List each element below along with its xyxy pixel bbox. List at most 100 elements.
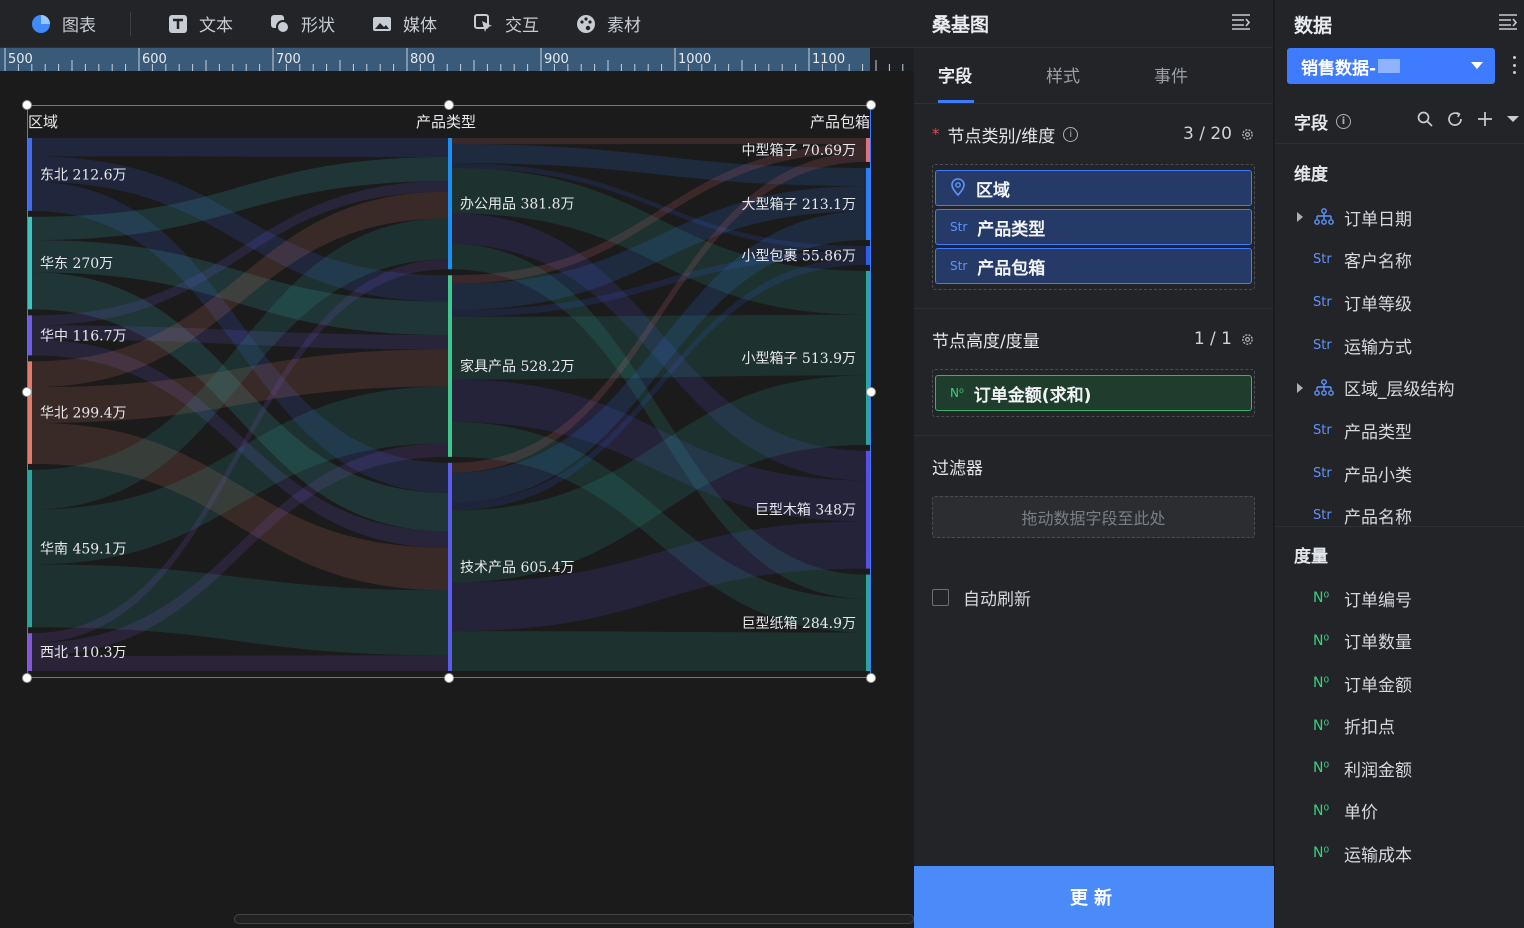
horizontal-scrollbar[interactable] [234, 914, 914, 924]
filter-drop-zone[interactable]: 拖动数据字段至此处 [932, 496, 1255, 538]
resize-handle-right[interactable] [866, 387, 876, 397]
toolbar-assets-label: 素材 [607, 16, 641, 36]
dimension-field-product-type[interactable]: Str 产品类型 [935, 209, 1252, 245]
string-type-icon: Str [1313, 294, 1332, 310]
fields-header: 字段 i [1275, 100, 1524, 144]
ruler-label: 700 [276, 52, 301, 67]
number-type-icon: N⁰ [1313, 632, 1330, 649]
dimension-field-label: 产品类型 [977, 219, 1046, 240]
resize-handle-top-right[interactable] [866, 100, 876, 110]
field-label: 客户名称 [1344, 252, 1412, 273]
dimension-drop-zone[interactable]: 区域 Str 产品类型 Str 产品包箱 [932, 164, 1255, 290]
toolbar-interaction-label: 交互 [505, 16, 539, 36]
field-label: 产品类型 [1344, 423, 1412, 443]
ruler-label: 800 [410, 52, 435, 67]
toolbar-chart[interactable]: 图表 [30, 0, 96, 48]
cursor-icon [473, 13, 495, 35]
field-label: 运输成本 [1344, 845, 1412, 866]
hierarchy-icon [1313, 378, 1335, 401]
ruler-label: 1000 [678, 52, 711, 67]
collapse-data-panel-icon[interactable] [1498, 13, 1518, 35]
ruler-label: 1100 [812, 52, 845, 67]
info-icon[interactable]: i [1336, 114, 1351, 129]
number-type-icon: N⁰ [1313, 802, 1330, 819]
more-options-icon[interactable] [1513, 56, 1517, 74]
string-type-icon: Str [950, 220, 968, 234]
resize-handle-bottom-right[interactable] [866, 673, 876, 683]
auto-refresh-row[interactable]: 自动刷新 [914, 562, 1273, 632]
search-icon[interactable] [1416, 110, 1434, 128]
dimension-field-region[interactable]: 区域 [935, 170, 1252, 206]
tab-events[interactable]: 事件 [1154, 62, 1262, 103]
measure-field-item[interactable]: N⁰ 折扣点 [1275, 711, 1524, 741]
measure-drop-zone[interactable]: N⁰ 订单金额(求和) [932, 369, 1255, 417]
dataset-select[interactable]: 销售数据- [1287, 48, 1495, 84]
toolbar-shape[interactable]: 形状 [269, 0, 335, 48]
toolbar-text[interactable]: 文本 [167, 0, 233, 48]
tab-style[interactable]: 样式 [1046, 62, 1154, 103]
toolbar-media[interactable]: 媒体 [371, 0, 437, 48]
toolbar-separator [130, 11, 131, 36]
number-type-icon: N⁰ [950, 386, 964, 400]
toolbar-shape-label: 形状 [301, 16, 335, 36]
resize-handle-bottom[interactable] [444, 673, 454, 683]
ruler-label: 500 [8, 52, 33, 67]
measure-section-title: 节点高度/度量 [932, 331, 1040, 352]
shape-icon [269, 13, 291, 35]
dimension-field-item[interactable]: Str 产品小类 [1275, 458, 1524, 488]
number-type-icon: N⁰ [1313, 675, 1330, 691]
auto-refresh-checkbox[interactable] [932, 588, 949, 606]
field-label: 产品名称 [1344, 508, 1412, 529]
measure-field-item[interactable]: N⁰ 订单编号 [1275, 583, 1524, 613]
dimension-field-item[interactable]: 区域_层级结构 [1275, 373, 1524, 403]
info-icon[interactable]: i [1063, 126, 1079, 142]
resize-handle-bottom-left[interactable] [22, 673, 32, 683]
field-label: 订单数量 [1344, 633, 1412, 653]
expand-caret-icon[interactable] [1297, 382, 1303, 393]
editor-canvas[interactable]: 东北 212.6万 华东 270万 华中 116.7万 华北 299.4万 华南 459… [0, 71, 914, 928]
dimension-field-item[interactable]: 订单日期 [1275, 202, 1524, 232]
tab-fields[interactable]: 字段 [938, 62, 1046, 103]
number-type-icon: N⁰ [1313, 717, 1330, 734]
app-root: 图表 文本 形状 媒体 交互 素材 500 600 700 800 900 10… [0, 0, 1524, 928]
gear-icon[interactable] [1240, 127, 1255, 142]
string-type-icon: Str [1313, 252, 1332, 268]
update-button[interactable]: 更新 [914, 866, 1274, 928]
dataset-name: 销售数据- [1301, 58, 1377, 79]
data-panel-header: 数据 [1275, 0, 1524, 48]
measure-field-item[interactable]: N⁰ 订单金额 [1275, 668, 1524, 698]
expand-caret-icon[interactable] [1297, 212, 1303, 222]
text-icon [167, 13, 189, 35]
measure-count: 1 / 1 [1193, 329, 1232, 349]
measure-field-item[interactable]: N⁰ 运输成本 [1275, 838, 1524, 868]
dimension-field-item[interactable]: Str 订单等级 [1275, 287, 1524, 317]
filter-section-title: 过滤器 [932, 458, 983, 479]
chart-selection-frame [27, 105, 871, 678]
ruler-label: 900 [544, 52, 569, 67]
measure-field-item[interactable]: N⁰ 订单数量 [1275, 626, 1524, 656]
gear-icon[interactable] [1240, 332, 1255, 347]
dimension-group-title: 维度 [1294, 165, 1328, 185]
measure-field-order-amount[interactable]: N⁰ 订单金额(求和) [935, 375, 1252, 411]
toolbar-interaction[interactable]: 交互 [473, 0, 539, 48]
toolbar-assets[interactable]: 素材 [575, 0, 641, 48]
ruler-ticks: 500 600 700 800 900 1000 1100 [4, 48, 904, 71]
filter-section: 过滤器 拖动数据字段至此处 [914, 436, 1273, 538]
add-icon[interactable] [1476, 110, 1494, 128]
dimension-field-item[interactable]: Str 产品类型 [1275, 416, 1524, 446]
collapse-panel-icon[interactable] [1231, 13, 1251, 35]
resize-handle-left[interactable] [22, 387, 32, 397]
dimension-field-product-box[interactable]: Str 产品包箱 [935, 248, 1252, 284]
field-label: 区域_层级结构 [1344, 380, 1455, 401]
resize-handle-top[interactable] [444, 100, 454, 110]
group-divider [1275, 526, 1524, 527]
dimension-field-item[interactable]: Str 运输方式 [1275, 330, 1524, 360]
resize-handle-top-left[interactable] [22, 100, 32, 110]
field-label: 订单等级 [1344, 294, 1412, 315]
measure-field-item[interactable]: N⁰ 利润金额 [1275, 753, 1524, 783]
measure-field-item[interactable]: N⁰ 单价 [1275, 796, 1524, 826]
refresh-icon[interactable] [1446, 110, 1464, 128]
chevron-down-icon[interactable] [1506, 110, 1520, 128]
number-type-icon: N⁰ [1313, 590, 1330, 606]
dimension-field-item[interactable]: Str 客户名称 [1275, 245, 1524, 275]
